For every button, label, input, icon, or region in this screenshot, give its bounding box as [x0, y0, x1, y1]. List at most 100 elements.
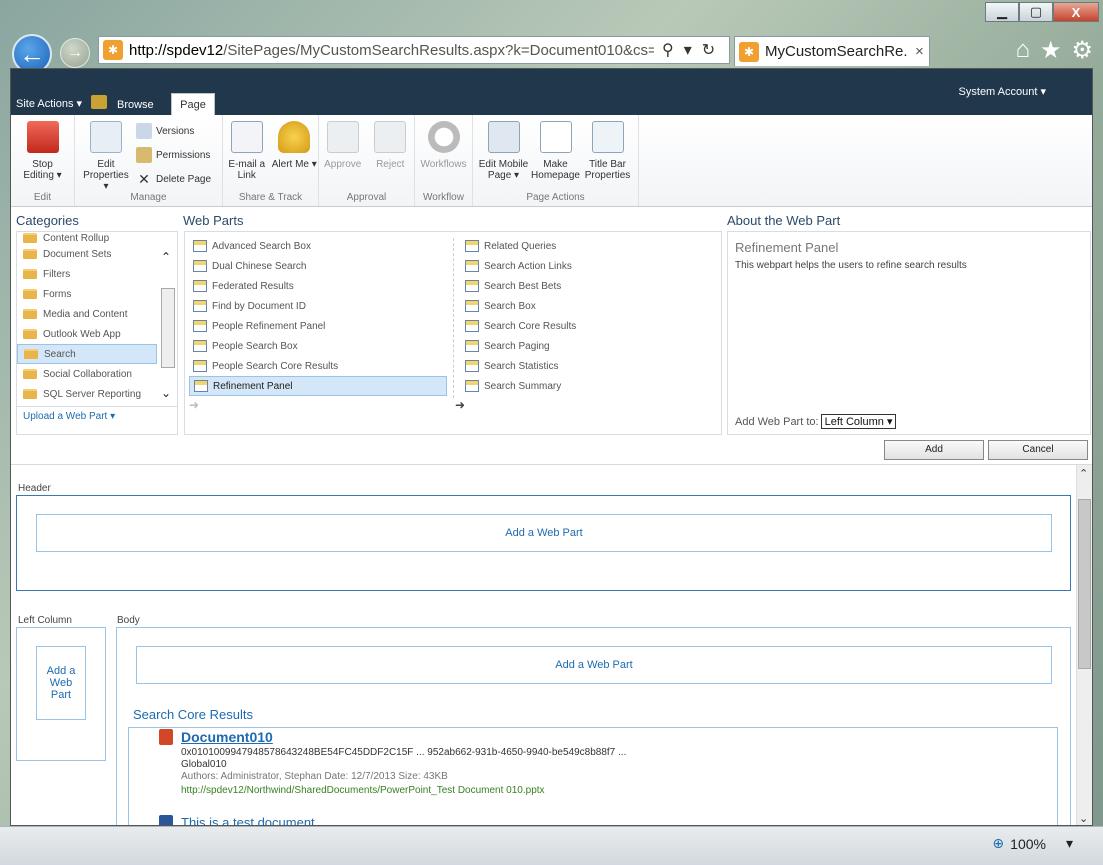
- browser-tab[interactable]: ✱ MyCustomSearchRe... ×: [734, 36, 930, 66]
- upload-web-part-link[interactable]: Upload a Web Part ▾: [17, 406, 177, 426]
- url-text[interactable]: http://spdev12/SitePages/MyCustomSearchR…: [129, 42, 654, 59]
- search-icon[interactable]: ⚲: [662, 40, 674, 60]
- web-part-item[interactable]: Search Best Bets: [461, 276, 719, 296]
- zoom-level[interactable]: 100%: [1010, 836, 1046, 852]
- next-page-arrow-icon[interactable]: ➜: [455, 398, 465, 412]
- body-add-web-part[interactable]: Add a Web Part: [136, 646, 1052, 684]
- categories-scrollbar[interactable]: ⌃ ⌄: [161, 250, 175, 400]
- edit-properties-icon: [89, 121, 122, 153]
- favorites-star-icon[interactable]: ★: [1040, 36, 1062, 65]
- header-add-web-part[interactable]: Add a Web Part: [36, 514, 1052, 552]
- scroll-down-arrow-icon[interactable]: ⌄: [1079, 812, 1088, 825]
- sharepoint-page: Site Actions ▾ Browse Page System Accoun…: [10, 68, 1093, 826]
- next-result-title-link[interactable]: This is a test document: [181, 815, 315, 825]
- result-url[interactable]: http://spdev12/Northwind/SharedDocuments…: [181, 785, 545, 796]
- category-item[interactable]: Document Sets: [17, 244, 157, 264]
- browser-window: ▁ ▢ X ← → ✱ http://spdev12/SitePages/MyC…: [0, 0, 1103, 865]
- header-zone: Add a Web Part: [16, 495, 1071, 591]
- reject-button[interactable]: Reject: [367, 121, 415, 192]
- body-label: Body: [117, 615, 140, 626]
- add-button[interactable]: Add: [884, 440, 984, 460]
- category-item[interactable]: Content Rollup: [17, 232, 157, 244]
- web-part-item[interactable]: Search Paging: [461, 336, 719, 356]
- zoom-dropdown-icon[interactable]: ▾: [1066, 835, 1073, 852]
- back-arrow-icon: ←: [19, 38, 45, 69]
- result-title-link[interactable]: Document010: [181, 729, 273, 745]
- envelope-icon: [230, 121, 263, 153]
- delete-page-button[interactable]: ✕ Delete Page: [136, 171, 211, 187]
- web-part-item[interactable]: Search Core Results: [461, 316, 719, 336]
- gear-icon[interactable]: ⚙: [1071, 36, 1093, 65]
- title-bar-properties-button[interactable]: Title Bar Properties: [582, 121, 634, 192]
- web-part-icon: [193, 340, 207, 352]
- page-scroll-thumb[interactable]: [1078, 499, 1091, 669]
- edit-properties-button[interactable]: Edit Properties ▾: [80, 121, 132, 192]
- column-divider: [453, 238, 454, 398]
- about-webpart-description: This webpart helps the users to refine s…: [735, 260, 967, 271]
- web-part-item[interactable]: Search Statistics: [461, 356, 719, 376]
- stop-editing-icon: [26, 121, 59, 153]
- page-scrollbar[interactable]: ⌃ ⌄: [1076, 465, 1092, 825]
- browser-toolbar: ← → ✱ http://spdev12/SitePages/MyCustomS…: [0, 26, 1103, 74]
- address-bar[interactable]: ✱ http://spdev12/SitePages/MyCustomSearc…: [98, 36, 730, 64]
- web-part-item[interactable]: Search Summary: [461, 376, 719, 396]
- system-account-menu[interactable]: System Account ▾: [959, 85, 1046, 98]
- alert-me-button[interactable]: Alert Me ▾: [271, 121, 319, 192]
- zoom-icon[interactable]: ⊕: [992, 835, 1004, 852]
- minimize-button[interactable]: ▁: [985, 2, 1019, 22]
- scroll-up-icon[interactable]: ⌃: [161, 250, 175, 264]
- navigate-up-icon[interactable]: [91, 95, 107, 109]
- zone-select[interactable]: Left Column ▾: [820, 414, 897, 429]
- forward-button[interactable]: →: [60, 38, 90, 68]
- web-part-item[interactable]: People Search Core Results: [189, 356, 447, 376]
- workflows-button[interactable]: Workflows: [418, 121, 470, 192]
- web-part-item[interactable]: Find by Document ID: [189, 296, 447, 316]
- permissions-button[interactable]: Permissions: [135, 147, 211, 163]
- category-item[interactable]: Media and Content: [17, 304, 157, 324]
- web-part-item[interactable]: People Refinement Panel: [189, 316, 447, 336]
- dropdown-icon[interactable]: ▾: [684, 40, 692, 60]
- web-part-item[interactable]: Search Box: [461, 296, 719, 316]
- make-homepage-button[interactable]: Make Homepage: [530, 121, 582, 192]
- web-part-item[interactable]: Advanced Search Box: [189, 236, 447, 256]
- category-item[interactable]: Outlook Web App: [17, 324, 157, 344]
- refresh-icon[interactable]: ↻: [702, 40, 715, 60]
- folder-icon: [23, 233, 37, 243]
- versions-button[interactable]: Versions: [135, 123, 211, 139]
- close-button[interactable]: X: [1053, 2, 1099, 22]
- scroll-down-icon[interactable]: ⌄: [161, 386, 171, 400]
- category-item[interactable]: Filters: [17, 264, 157, 284]
- maximize-button[interactable]: ▢: [1019, 2, 1053, 22]
- scroll-up-arrow-icon[interactable]: ⌃: [1079, 467, 1088, 480]
- scroll-thumb[interactable]: [161, 288, 175, 368]
- web-part-item[interactable]: Search Action Links: [461, 256, 719, 276]
- web-part-item[interactable]: Related Queries: [461, 236, 719, 256]
- category-item[interactable]: Search: [17, 344, 157, 364]
- category-item[interactable]: Forms: [17, 284, 157, 304]
- web-part-item[interactable]: Federated Results: [189, 276, 447, 296]
- cancel-button[interactable]: Cancel: [988, 440, 1088, 460]
- category-item[interactable]: Social Collaboration: [17, 364, 157, 384]
- site-actions-menu[interactable]: Site Actions ▾: [16, 97, 82, 110]
- email-link-button[interactable]: E-mail a Link: [223, 121, 271, 192]
- powerpoint-file-icon: [159, 729, 173, 745]
- word-file-icon: [159, 815, 173, 825]
- approve-button[interactable]: Approve: [319, 121, 367, 192]
- tab-browse[interactable]: Browse: [117, 99, 154, 111]
- home-icon[interactable]: ⌂: [1015, 36, 1030, 65]
- web-part-icon: [465, 280, 479, 292]
- tab-page[interactable]: Page: [171, 93, 215, 115]
- left-column-zone: Add a Web Part: [16, 627, 106, 761]
- stop-editing-button[interactable]: Stop Editing ▾: [17, 121, 69, 192]
- web-part-icon: [193, 320, 207, 332]
- edit-mobile-page-button[interactable]: Edit Mobile Page ▾: [478, 121, 530, 192]
- category-item[interactable]: SQL Server Reporting: [17, 384, 157, 404]
- left-column-add-web-part[interactable]: Add a Web Part: [36, 646, 86, 720]
- prev-page-arrow-icon[interactable]: ➜: [189, 398, 199, 412]
- web-part-item[interactable]: People Search Box: [189, 336, 447, 356]
- tab-close-icon[interactable]: ×: [915, 43, 924, 60]
- web-part-item[interactable]: Refinement Panel: [189, 376, 447, 396]
- web-part-item[interactable]: Dual Chinese Search: [189, 256, 447, 276]
- ribbon-group-manage: Edit Properties ▾ Versions Permissions ✕…: [75, 115, 223, 206]
- web-part-icon: [193, 280, 207, 292]
